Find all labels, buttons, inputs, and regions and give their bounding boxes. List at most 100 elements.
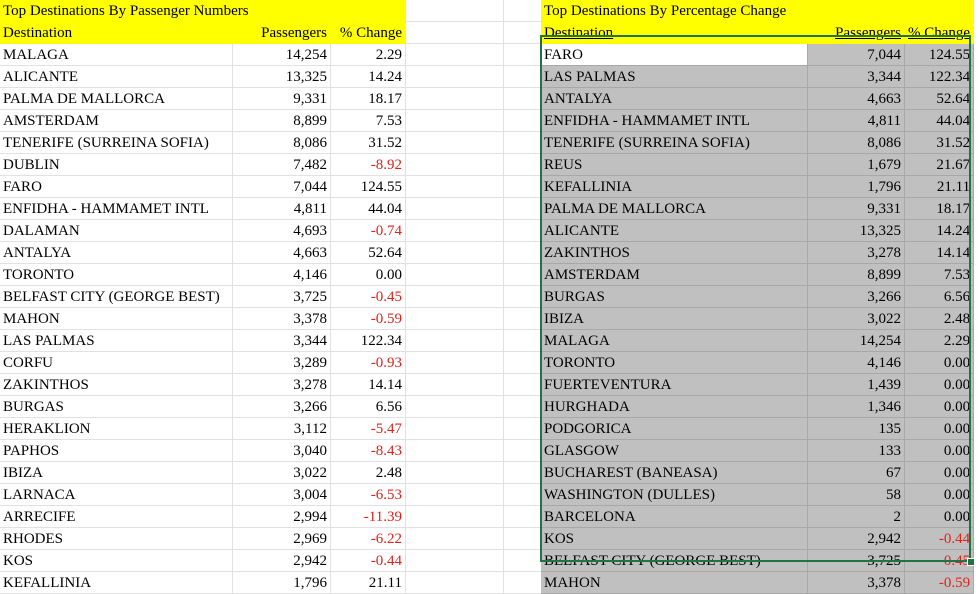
percent-change-cell[interactable]: -8.92: [330, 153, 406, 176]
passengers-cell[interactable]: 9,331: [807, 197, 905, 220]
empty-cell[interactable]: [405, 241, 504, 264]
percent-change-cell[interactable]: 21.11: [330, 571, 406, 594]
passengers-cell[interactable]: 3,725: [807, 549, 905, 572]
destination-cell[interactable]: ZAKINTHOS: [0, 373, 233, 396]
destination-cell[interactable]: CORFU: [0, 351, 233, 374]
passengers-cell[interactable]: 3,344: [807, 65, 905, 88]
percent-change-cell[interactable]: 44.04: [904, 109, 975, 132]
empty-cell[interactable]: [405, 87, 504, 110]
percent-change-cell[interactable]: -0.44: [904, 527, 975, 550]
destination-cell[interactable]: ZAKINTHOS: [541, 241, 808, 264]
destination-cell[interactable]: ENFIDHA - HAMMAMET INTL: [0, 197, 233, 220]
empty-cell[interactable]: [405, 21, 504, 44]
passengers-cell[interactable]: 3,112: [232, 417, 331, 440]
destination-cell[interactable]: AMSTERDAM: [0, 109, 233, 132]
empty-cell[interactable]: [405, 219, 504, 242]
spreadsheet-grid[interactable]: Top Destinations By Passenger Numbers Des…: [0, 0, 980, 594]
destination-cell[interactable]: KEFALLINIA: [541, 175, 808, 198]
destination-cell[interactable]: TORONTO: [0, 263, 233, 286]
passengers-cell[interactable]: 1,796: [807, 175, 905, 198]
empty-cell[interactable]: [405, 197, 504, 220]
destination-cell[interactable]: PALMA DE MALLORCA: [0, 87, 233, 110]
destination-cell[interactable]: ANTALYA: [0, 241, 233, 264]
passengers-cell[interactable]: 4,811: [232, 197, 331, 220]
passengers-cell[interactable]: 2,942: [232, 549, 331, 572]
destination-cell[interactable]: FARO: [541, 43, 808, 66]
destination-cell[interactable]: TENERIFE (SURREINA SOFIA): [0, 131, 233, 154]
destination-cell[interactable]: LARNACA: [0, 483, 233, 506]
percent-change-cell[interactable]: -5.47: [330, 417, 406, 440]
destination-cell[interactable]: RHODES: [0, 527, 233, 550]
percent-change-cell[interactable]: 2.29: [904, 329, 975, 352]
percent-change-cell[interactable]: 14.24: [904, 219, 975, 242]
destination-cell[interactable]: TENERIFE (SURREINA SOFIA): [541, 131, 808, 154]
empty-cell[interactable]: [405, 373, 504, 396]
destination-cell[interactable]: MALAGA: [541, 329, 808, 352]
header-destination[interactable]: Destination: [541, 21, 808, 44]
passengers-cell[interactable]: 2,969: [232, 527, 331, 550]
percent-change-cell[interactable]: -8.43: [330, 439, 406, 462]
destination-cell[interactable]: DALAMAN: [0, 219, 233, 242]
destination-cell[interactable]: MAHON: [0, 307, 233, 330]
empty-cell[interactable]: [405, 395, 504, 418]
destination-cell[interactable]: IBIZA: [541, 307, 808, 330]
destination-cell[interactable]: ANTALYA: [541, 87, 808, 110]
percent-change-cell[interactable]: 18.17: [904, 197, 975, 220]
percent-change-cell[interactable]: -6.53: [330, 483, 406, 506]
passengers-cell[interactable]: 7,044: [807, 43, 905, 66]
destination-cell[interactable]: LAS PALMAS: [0, 329, 233, 352]
percent-change-cell[interactable]: -0.59: [330, 307, 406, 330]
passengers-cell[interactable]: 2: [807, 505, 905, 528]
header-destination[interactable]: Destination: [0, 21, 233, 44]
percent-change-cell[interactable]: -6.22: [330, 527, 406, 550]
passengers-cell[interactable]: 4,146: [232, 263, 331, 286]
empty-cell[interactable]: [405, 571, 504, 594]
destination-cell[interactable]: MAHON: [541, 571, 808, 594]
destination-cell[interactable]: HERAKLION: [0, 417, 233, 440]
percent-change-cell[interactable]: 14.14: [904, 241, 975, 264]
empty-cell[interactable]: [405, 439, 504, 462]
passengers-cell[interactable]: 4,146: [807, 351, 905, 374]
percent-change-cell[interactable]: 0.00: [330, 263, 406, 286]
passengers-cell[interactable]: 2,994: [232, 505, 331, 528]
destination-cell[interactable]: FARO: [0, 175, 233, 198]
percent-change-cell[interactable]: 0.00: [904, 395, 975, 418]
passengers-cell[interactable]: 3,289: [232, 351, 331, 374]
percent-change-cell[interactable]: 14.14: [330, 373, 406, 396]
passengers-cell[interactable]: 4,693: [232, 219, 331, 242]
destination-cell[interactable]: HURGHADA: [541, 395, 808, 418]
empty-cell[interactable]: [405, 527, 504, 550]
destination-cell[interactable]: ALICANTE: [0, 65, 233, 88]
passengers-cell[interactable]: 3,344: [232, 329, 331, 352]
destination-cell[interactable]: BUCHAREST (BANEASA): [541, 461, 808, 484]
passengers-cell[interactable]: 8,899: [232, 109, 331, 132]
destination-cell[interactable]: AMSTERDAM: [541, 263, 808, 286]
percent-change-cell[interactable]: -0.44: [330, 549, 406, 572]
empty-cell[interactable]: [405, 285, 504, 308]
passengers-cell[interactable]: 3,278: [807, 241, 905, 264]
fill-handle[interactable]: [967, 558, 975, 566]
passengers-cell[interactable]: 8,086: [232, 131, 331, 154]
percent-change-cell[interactable]: 31.52: [904, 131, 975, 154]
percent-change-cell[interactable]: 6.56: [330, 395, 406, 418]
passengers-cell[interactable]: 1,346: [807, 395, 905, 418]
destination-cell[interactable]: BELFAST CITY (GEORGE BEST): [0, 285, 233, 308]
passengers-cell[interactable]: 3,040: [232, 439, 331, 462]
destination-cell[interactable]: MALAGA: [0, 43, 233, 66]
empty-cell[interactable]: [405, 65, 504, 88]
header-passengers[interactable]: Passengers: [807, 21, 905, 44]
percent-change-cell[interactable]: -0.45: [330, 285, 406, 308]
destination-cell[interactable]: KOS: [541, 527, 808, 550]
destination-cell[interactable]: BURGAS: [541, 285, 808, 308]
percent-change-cell[interactable]: 18.17: [330, 87, 406, 110]
passengers-cell[interactable]: 135: [807, 417, 905, 440]
percent-change-cell[interactable]: -0.93: [330, 351, 406, 374]
destination-cell[interactable]: LAS PALMAS: [541, 65, 808, 88]
percent-change-cell[interactable]: 31.52: [330, 131, 406, 154]
percent-change-cell[interactable]: 52.64: [330, 241, 406, 264]
passengers-cell[interactable]: 3,278: [232, 373, 331, 396]
empty-cell[interactable]: [405, 351, 504, 374]
empty-cell[interactable]: [405, 307, 504, 330]
percent-change-cell[interactable]: 0.00: [904, 373, 975, 396]
passengers-cell[interactable]: 3,378: [807, 571, 905, 594]
